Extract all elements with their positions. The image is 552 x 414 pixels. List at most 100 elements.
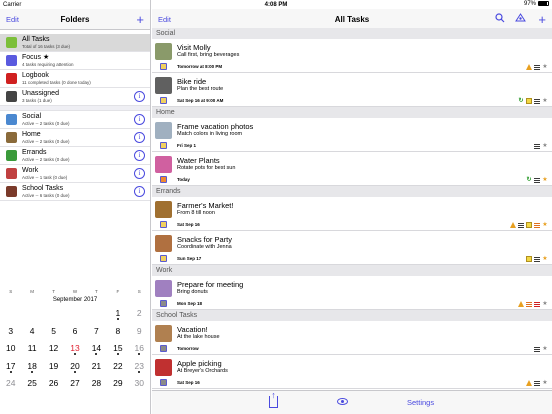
calendar-day[interactable]: 14 <box>86 341 107 359</box>
star-icon[interactable]: ★ <box>542 346 548 352</box>
task-row[interactable]: Frame vacation photos Match colors in liv… <box>152 118 552 152</box>
calendar-day-number: 26 <box>48 378 59 388</box>
info-icon[interactable]: i <box>134 186 145 197</box>
calendar-day[interactable]: 29 <box>107 376 128 394</box>
calendar-day[interactable]: 8 <box>107 324 128 342</box>
calendar-day[interactable]: 3 <box>0 324 21 342</box>
calendar-day-number: 15 <box>113 343 123 353</box>
calendar-day[interactable]: 17 <box>0 359 21 377</box>
task-checkbox[interactable] <box>160 221 167 228</box>
calendar-day[interactable]: 10 <box>0 341 21 359</box>
star-icon[interactable]: ★ <box>542 98 548 104</box>
calendar-day[interactable]: 6 <box>64 324 85 342</box>
folder-row[interactable]: Errands Active -- 2 tasks (0 due) i <box>0 147 150 165</box>
star-icon[interactable]: ★ <box>542 143 548 149</box>
calendar-day[interactable]: 15 <box>107 341 128 359</box>
task-status-icons: ★ <box>526 256 548 262</box>
settings-button[interactable]: Settings <box>407 398 434 407</box>
section-header: School Tasks <box>152 310 552 321</box>
task-row[interactable]: Visit Molly Call first, bring beverages To… <box>152 39 552 73</box>
tasks-edit-button[interactable]: Edit <box>158 15 171 24</box>
folder-row[interactable]: Home Active -- 2 tasks (0 due) i <box>0 129 150 147</box>
folder-text: Logbook 11 completed tasks (0 done today) <box>22 72 91 86</box>
task-row[interactable]: Bike ride Plan the best route Sat Sep 16 a… <box>152 73 552 107</box>
calendar-day[interactable]: 13 <box>64 341 85 359</box>
calendar-day[interactable]: 26 <box>43 376 64 394</box>
info-icon[interactable]: i <box>134 91 145 102</box>
calendar-day[interactable]: 23 <box>129 359 150 377</box>
section-header: Errands <box>152 186 552 197</box>
calendar-day[interactable]: 19 <box>43 359 64 377</box>
star-icon[interactable]: ★ <box>542 222 548 228</box>
folder-row[interactable]: Social Active -- 2 tasks (0 due) i <box>0 111 150 129</box>
folder-name: Errands <box>22 148 47 156</box>
due-dot <box>138 353 141 355</box>
star-icon[interactable]: ★ <box>542 64 548 70</box>
calendar-day[interactable]: 7 <box>86 324 107 342</box>
share-icon[interactable] <box>269 390 278 408</box>
calendar-day[interactable]: 9 <box>129 324 150 342</box>
calendar-day[interactable]: 16 <box>129 341 150 359</box>
task-checkbox[interactable] <box>160 142 167 149</box>
folder-row[interactable]: Logbook 11 completed tasks (0 done today) <box>0 70 150 88</box>
calendar-day-number: 16 <box>134 343 145 353</box>
task-title: Visit Molly <box>177 43 211 52</box>
add-task-button[interactable]: + <box>538 13 546 26</box>
task-row[interactable]: Water Plants Rotate pots for best sun Toda… <box>152 152 552 186</box>
repeat-icon: ↻ <box>526 177 532 183</box>
folder-row[interactable]: Unassigned 3 tasks (1 due) i <box>0 88 150 106</box>
folder-row[interactable]: Focus ★ 4 tasks requiring attention <box>0 52 150 70</box>
folders-edit-button[interactable]: Edit <box>6 15 19 24</box>
info-icon[interactable]: i <box>134 168 145 179</box>
folder-row[interactable]: School Tasks Active -- 6 tasks (0 due) i <box>0 183 150 201</box>
calendar-grid: 1 2 3 4 5 6 7 8 9 10 11 12 13 14 15 16 17 18 19 20 21 22 23 24 2… <box>0 306 150 394</box>
calendar-day[interactable]: 21 <box>86 359 107 377</box>
star-icon[interactable]: ★ <box>542 177 548 183</box>
sync-icon[interactable] <box>515 13 526 23</box>
calendar-day[interactable]: 25 <box>21 376 42 394</box>
calendar-day[interactable]: 18 <box>21 359 42 377</box>
task-checkbox[interactable] <box>160 97 167 104</box>
add-folder-button[interactable]: + <box>136 13 144 26</box>
due-dot <box>73 370 76 373</box>
info-icon[interactable]: i <box>134 150 145 161</box>
task-checkbox[interactable] <box>160 379 167 386</box>
folder-row[interactable]: Work Active -- 1 task (0 due) i <box>0 165 150 183</box>
star-icon[interactable]: ★ <box>542 380 548 386</box>
calendar-day[interactable]: 4 <box>21 324 42 342</box>
info-icon[interactable]: i <box>134 132 145 143</box>
task-row[interactable]: Prepare for meeting Bring donuts Mon Sep 1… <box>152 276 552 310</box>
calendar-day[interactable]: 2 <box>129 306 150 324</box>
task-checkbox[interactable] <box>160 255 167 262</box>
due-dot <box>31 370 34 373</box>
calendar-day-number: 14 <box>91 343 102 353</box>
calendar-day[interactable]: 11 <box>21 341 42 359</box>
folder-row[interactable]: All Tasks Total of 16 tasks (3 due) <box>0 34 150 52</box>
due-dot <box>116 353 119 355</box>
calendar-day[interactable]: 28 <box>86 376 107 394</box>
task-row[interactable]: Snacks for Party Coordinate with Jenna Sun… <box>152 231 552 265</box>
search-icon[interactable] <box>495 13 505 23</box>
task-checkbox[interactable] <box>160 63 167 70</box>
task-thumbnail <box>155 235 172 252</box>
task-row[interactable]: Farmer's Market! From 8 till noon Sat Sep … <box>152 197 552 231</box>
view-options-icon[interactable] <box>337 398 348 405</box>
task-row[interactable]: Apple picking At Breyer's Orchards Sat Sep… <box>152 355 552 389</box>
task-checkbox[interactable] <box>160 345 167 352</box>
calendar-day[interactable]: 5 <box>43 324 64 342</box>
task-checkbox[interactable] <box>160 300 167 307</box>
priority-icon <box>534 222 540 228</box>
calendar-day[interactable]: 1 <box>107 306 128 324</box>
calendar-day[interactable]: 12 <box>43 341 64 359</box>
info-icon[interactable]: i <box>134 114 145 125</box>
task-thumbnail <box>155 280 172 297</box>
star-icon[interactable]: ★ <box>542 256 548 262</box>
calendar-day[interactable]: 22 <box>107 359 128 377</box>
calendar-day[interactable]: 30 <box>129 376 150 394</box>
task-checkbox[interactable] <box>160 176 167 183</box>
calendar-day[interactable]: 20 <box>64 359 85 377</box>
star-icon[interactable]: ★ <box>542 301 548 307</box>
task-row[interactable]: Vacation! At the lake house Tomorrow ★ <box>152 321 552 355</box>
calendar-day[interactable]: 27 <box>64 376 85 394</box>
calendar-day[interactable]: 24 <box>0 376 21 394</box>
